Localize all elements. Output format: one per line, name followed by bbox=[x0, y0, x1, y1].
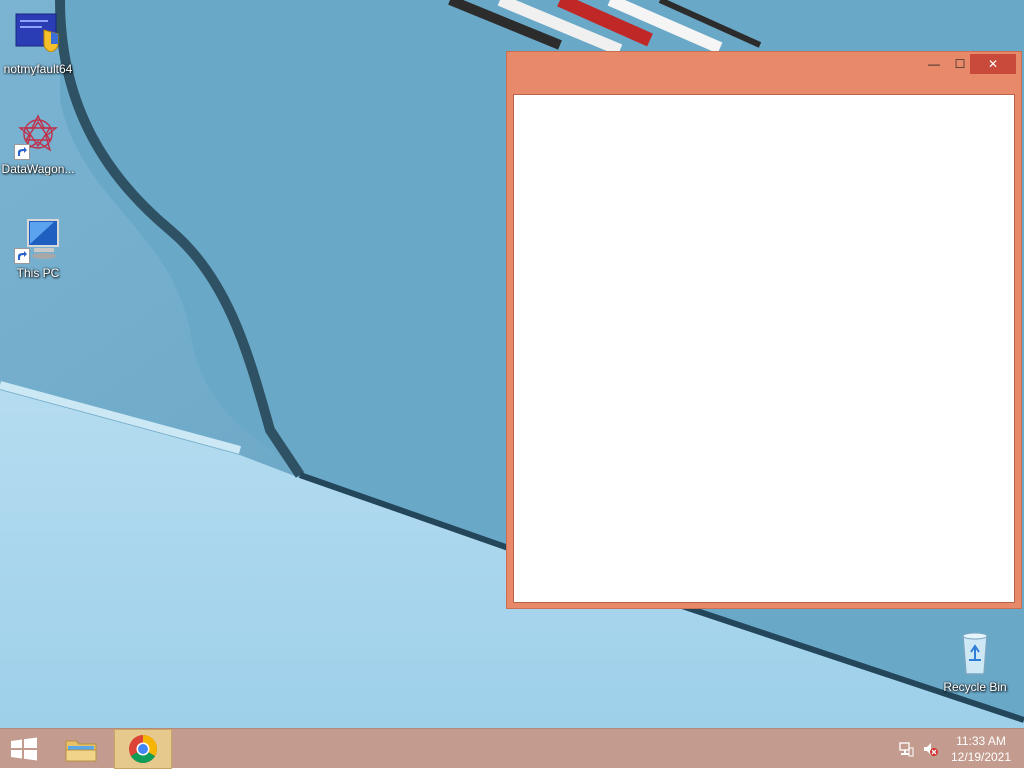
clock-date: 12/19/2021 bbox=[950, 750, 1012, 764]
desktop-icon-notmyfault64[interactable]: notmyfault64 bbox=[0, 12, 76, 76]
desktop-icon-recycle-bin[interactable]: Recycle Bin bbox=[937, 630, 1013, 694]
clock-time: 11:33 AM bbox=[956, 734, 1006, 748]
desktop-icon-label: Recycle Bin bbox=[943, 680, 1007, 694]
chrome-taskbar-button[interactable] bbox=[114, 729, 172, 769]
this-pc-icon bbox=[14, 216, 62, 264]
desktop-icon-label: notmyfault64 bbox=[3, 62, 73, 76]
shortcut-arrow-icon bbox=[14, 248, 30, 264]
shortcut-arrow-icon bbox=[14, 144, 30, 160]
desktop-icon-this-pc[interactable]: This PC bbox=[0, 216, 76, 280]
system-clock[interactable]: 11:33 AM 12/19/2021 bbox=[946, 733, 1016, 765]
minimize-button[interactable]: — bbox=[921, 54, 947, 74]
network-icon[interactable] bbox=[898, 741, 914, 757]
chrome-icon bbox=[129, 735, 157, 763]
start-button[interactable] bbox=[0, 729, 48, 769]
taskbar: 11:33 AM 12/19/2021 bbox=[0, 728, 1024, 769]
windows-logo-icon bbox=[11, 737, 37, 761]
notmyfault-app-icon bbox=[14, 12, 62, 60]
desktop-icon-label: DataWagon... bbox=[1, 162, 75, 176]
window-title-bar[interactable]: — ☐ ✕ bbox=[507, 52, 1021, 94]
desktop: notmyfault64 DataWagon... This PC Recycl… bbox=[0, 0, 1024, 728]
datawagon-shortcut-icon bbox=[14, 112, 62, 160]
folder-icon bbox=[65, 740, 97, 762]
close-button[interactable]: ✕ bbox=[970, 54, 1016, 74]
window-client-area[interactable] bbox=[513, 94, 1015, 603]
app-window[interactable]: — ☐ ✕ bbox=[506, 51, 1022, 609]
recycle-bin-icon bbox=[951, 630, 999, 678]
desktop-icon-datawagon[interactable]: DataWagon... bbox=[0, 112, 76, 176]
file-explorer-button[interactable] bbox=[56, 729, 106, 769]
volume-muted-icon[interactable] bbox=[922, 741, 938, 757]
desktop-icon-label: This PC bbox=[16, 266, 60, 280]
